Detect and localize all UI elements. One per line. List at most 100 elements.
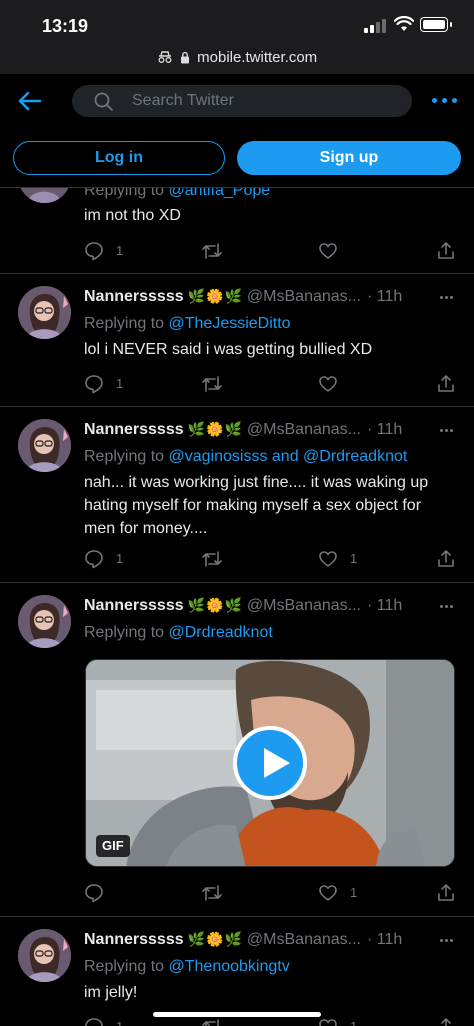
author-name[interactable]: Nannersssss	[84, 597, 184, 614]
tweet-author-row: Nannersssss 🌿🌼🌿 @MsBananas... · 11h	[84, 288, 402, 306]
like-button[interactable]: 1	[318, 883, 357, 903]
avatar[interactable]	[18, 188, 71, 203]
retweet-icon	[202, 551, 222, 567]
author-name[interactable]: Nannersssss	[84, 931, 184, 948]
url-bar[interactable]: mobile.twitter.com	[0, 49, 474, 66]
tweet-feed[interactable]: Replying to @antifa_Pope im not tho XD 1	[0, 188, 474, 1026]
like-button[interactable]: 1	[318, 549, 357, 569]
share-button[interactable]	[436, 549, 456, 569]
tweet-menu-icon[interactable]	[440, 939, 454, 943]
tweet-actions: 1	[84, 241, 458, 261]
gif-media[interactable]: GIF	[85, 659, 455, 867]
tweet-actions: 1	[84, 883, 458, 903]
login-button[interactable]: Log in	[13, 141, 225, 175]
reply-mention-link[interactable]: @vaginosisss and @Drdreadknot	[169, 448, 408, 465]
retweet-icon	[202, 243, 222, 259]
battery-icon	[420, 17, 452, 32]
search-input[interactable]: Search Twitter	[72, 85, 412, 117]
retweet-icon	[202, 376, 222, 392]
author-handle[interactable]: @MsBananas...	[247, 288, 361, 305]
reply-count: 1	[116, 243, 124, 258]
twitter-header: Search Twitter Log in Sign up	[0, 74, 474, 188]
heart-icon	[319, 376, 337, 392]
tweet-card[interactable]: Nannersssss 🌿🌼🌿 @MsBananas... · 11h Replyin…	[0, 274, 474, 407]
reply-icon	[85, 375, 103, 394]
more-options-icon[interactable]	[432, 96, 460, 106]
browser-chrome: 13:19 mobile.twitter.com	[0, 0, 474, 74]
tweet-card[interactable]: Nannersssss 🌿🌼🌿 @MsBananas... · 11h Replyin…	[0, 407, 474, 583]
reply-button[interactable]: 1	[84, 241, 123, 261]
incognito-icon	[158, 51, 172, 63]
retweet-button[interactable]	[201, 374, 223, 394]
author-emoji: 🌿🌼🌿	[187, 931, 243, 947]
like-button[interactable]	[318, 241, 338, 261]
reply-button[interactable]: 1	[84, 374, 123, 394]
tweet-author-row: Nannersssss 🌿🌼🌿 @MsBananas... · 11h	[84, 931, 402, 949]
share-button[interactable]	[436, 1017, 456, 1026]
like-button[interactable]: 1	[318, 1017, 357, 1026]
reply-mention-link[interactable]: @TheJessieDitto	[169, 315, 291, 332]
tweet-timestamp[interactable]: · 11h	[367, 421, 402, 438]
reply-context: Replying to @vaginosisss and @Drdreadkno…	[84, 448, 408, 465]
author-handle[interactable]: @MsBananas...	[247, 931, 361, 948]
home-indicator[interactable]	[153, 1012, 321, 1017]
reply-icon	[85, 1018, 103, 1026]
retweet-button[interactable]	[201, 1017, 223, 1026]
reply-context: Replying to @Thenoobkingtv	[84, 958, 290, 975]
author-emoji: 🌿🌼🌿	[187, 288, 243, 304]
reply-button[interactable]: 1	[84, 1017, 123, 1026]
play-button[interactable]	[233, 726, 307, 800]
like-button[interactable]	[318, 374, 338, 394]
like-count: 1	[350, 1019, 357, 1026]
author-name[interactable]: Nannersssss	[84, 421, 184, 438]
tweet-menu-icon[interactable]	[440, 605, 454, 609]
back-arrow-icon[interactable]	[16, 90, 42, 112]
avatar[interactable]	[18, 419, 71, 472]
share-button[interactable]	[436, 241, 456, 261]
tweet-menu-icon[interactable]	[440, 296, 454, 300]
reply-mention-link[interactable]: @Drdreadknot	[169, 624, 273, 641]
author-name[interactable]: Nannersssss	[84, 288, 184, 305]
reply-icon	[85, 242, 103, 261]
tweet-timestamp[interactable]: · 11h	[367, 288, 402, 305]
share-button[interactable]	[436, 883, 456, 903]
tweet-card[interactable]: Nannersssss 🌿🌼🌿 @MsBananas... · 11h Replyin…	[0, 583, 474, 917]
share-button[interactable]	[436, 374, 456, 394]
search-placeholder: Search Twitter	[132, 92, 234, 109]
wifi-icon	[394, 16, 414, 31]
author-handle[interactable]: @MsBananas...	[247, 421, 361, 438]
tweet-text: im not tho XD	[84, 207, 181, 224]
status-time: 13:19	[42, 16, 89, 36]
tweet-menu-icon[interactable]	[440, 429, 454, 433]
reply-icon	[85, 550, 103, 569]
avatar[interactable]	[18, 286, 71, 339]
url-text: mobile.twitter.com	[197, 49, 318, 66]
author-handle[interactable]: @MsBananas...	[247, 597, 361, 614]
reply-mention-link[interactable]: @Thenoobkingtv	[169, 958, 290, 975]
avatar[interactable]	[18, 595, 71, 648]
tweet-text: lol i NEVER said i was getting bullied X…	[84, 341, 373, 358]
reply-button[interactable]	[84, 883, 104, 903]
reply-context: Replying to @antifa_Pope	[84, 188, 270, 200]
heart-icon	[319, 1019, 337, 1026]
tweet-card[interactable]: Replying to @antifa_Pope im not tho XD 1	[0, 188, 474, 274]
tweet-author-row: Nannersssss 🌿🌼🌿 @MsBananas... · 11h	[84, 421, 402, 439]
share-icon	[438, 884, 454, 901]
reply-context: Replying to @Drdreadknot	[84, 624, 273, 641]
search-icon	[94, 92, 113, 111]
gif-badge: GIF	[96, 835, 130, 857]
tweet-timestamp[interactable]: · 11h	[367, 597, 402, 614]
retweet-icon	[202, 885, 222, 901]
tweet-timestamp[interactable]: · 11h	[367, 931, 402, 948]
signup-button[interactable]: Sign up	[237, 141, 461, 175]
reply-count: 1	[116, 376, 124, 391]
retweet-button[interactable]	[201, 549, 223, 569]
retweet-button[interactable]	[201, 883, 223, 903]
reply-mention-link[interactable]: @antifa_Pope	[169, 188, 271, 199]
tweet-card[interactable]: Nannersssss 🌿🌼🌿 @MsBananas... · 11h Replyin…	[0, 917, 474, 1026]
reply-count: 1	[116, 551, 124, 566]
avatar[interactable]	[18, 929, 71, 982]
reply-button[interactable]: 1	[84, 549, 123, 569]
retweet-button[interactable]	[201, 241, 223, 261]
tweet-text: nah... it was working just fine.... it w…	[84, 474, 429, 537]
